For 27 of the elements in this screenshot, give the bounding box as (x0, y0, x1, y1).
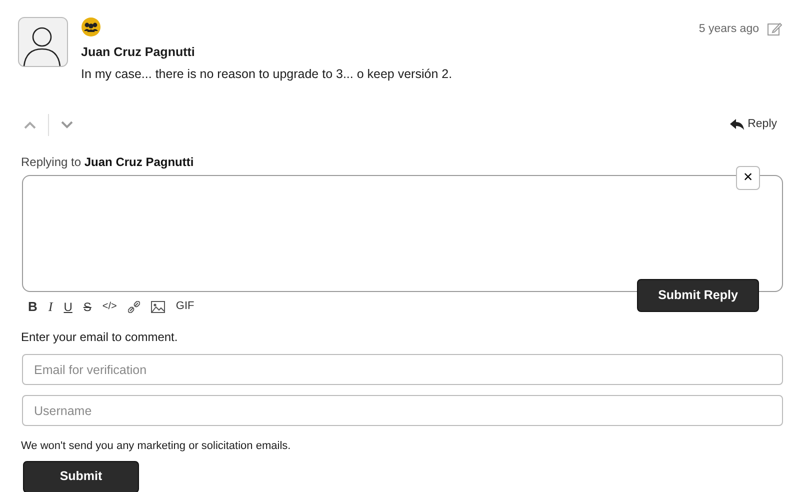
code-button[interactable]: </> (102, 299, 117, 314)
submit-button[interactable]: Submit (23, 460, 139, 492)
username-field[interactable]: Username (22, 395, 783, 426)
upvote-icon[interactable] (24, 120, 36, 129)
edit-icon[interactable] (767, 22, 782, 38)
reply-arrow-icon (730, 119, 744, 130)
author-name: Juan Cruz Pagnutti (81, 44, 196, 62)
submit-reply-button[interactable]: Submit Reply (637, 278, 759, 312)
italic-button[interactable]: I (48, 296, 53, 316)
strikethrough-button[interactable]: S (83, 298, 92, 316)
underline-button[interactable]: U (64, 298, 72, 316)
image-icon[interactable] (150, 300, 165, 312)
gif-button[interactable]: GIF (176, 298, 194, 315)
email-prompt: Enter your email to comment. (21, 329, 179, 346)
replying-to-label: Replying to Juan Cruz Pagnutti (21, 154, 195, 171)
bold-button[interactable]: B (28, 296, 38, 316)
link-icon[interactable] (128, 300, 140, 312)
timestamp: 5 years ago (698, 22, 759, 37)
reply-button[interactable]: Reply (730, 116, 777, 134)
close-button[interactable]: × (736, 166, 760, 190)
avatar-icon (18, 17, 68, 67)
privacy-notice: We won't send you any marketing or solicitation emails. (21, 439, 292, 454)
downvote-icon[interactable] (61, 120, 73, 129)
reply-textarea[interactable] (22, 174, 783, 292)
email-field[interactable]: Email for verification (22, 354, 783, 386)
group-badge-icon (81, 17, 101, 37)
comment-text: In my case... there is no reason to upgrade to 3... o keep versión 2. (81, 66, 454, 83)
